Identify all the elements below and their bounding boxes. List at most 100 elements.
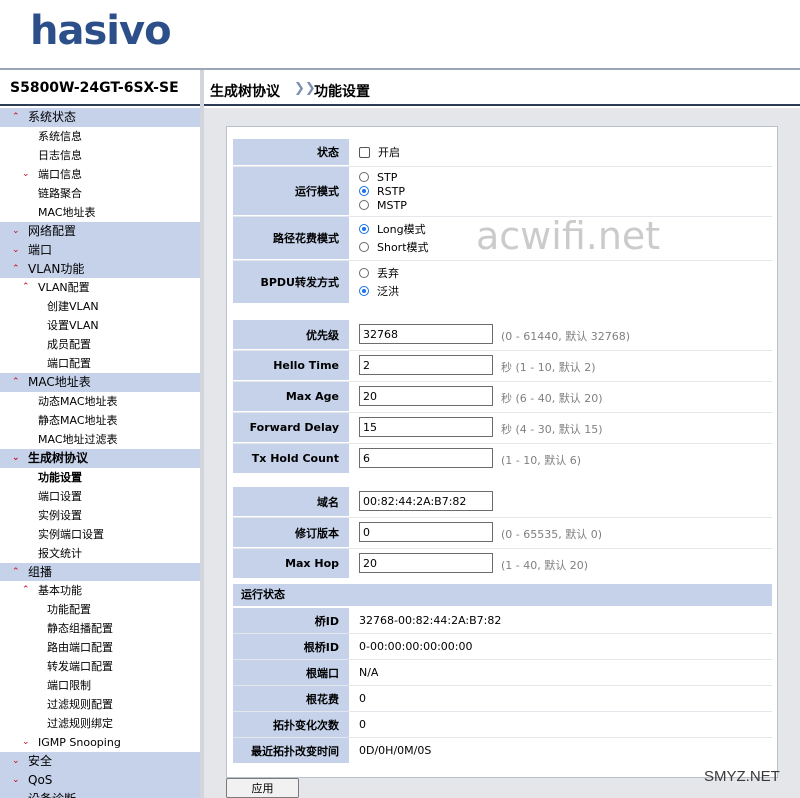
domain-input[interactable]	[359, 491, 493, 511]
sidebar-item[interactable]: ⌃ 基本功能	[0, 581, 200, 600]
sidebar-item[interactable]: ⌄ 生成树协议	[0, 448, 200, 468]
sidebar-item[interactable]: 报文统计	[0, 544, 200, 563]
sidebar-item[interactable]: 静态组播配置	[0, 619, 200, 638]
sidebar-item[interactable]: 链路聚合	[0, 184, 200, 203]
sidebar-item-label: IGMP Snooping	[38, 735, 121, 749]
sidebar-item[interactable]: MAC地址表	[0, 203, 200, 222]
sidebar-item[interactable]: 动态MAC地址表	[0, 392, 200, 411]
tx-hold-count-label: Tx Hold Count	[233, 444, 349, 473]
max-age-hint: 秒 (6 - 40, 默认 20)	[501, 392, 603, 405]
run-status-value: 0-00:00:00:00:00:00	[359, 640, 473, 653]
revision-row: 修订版本 (0 - 65535, 默认 0)	[233, 518, 772, 547]
run-status-row: 根端口 N/A	[233, 660, 772, 685]
sidebar-item[interactable]: 实例设置	[0, 506, 200, 525]
run-status-value: 0D/0H/0M/0S	[359, 744, 432, 757]
bpdu-option-flood[interactable]: 泛洪	[359, 282, 399, 300]
max-hop-hint: (1 - 40, 默认 20)	[501, 559, 589, 572]
run-status-value: N/A	[359, 666, 379, 679]
sidebar-item-label: MAC地址表	[28, 375, 91, 390]
revision-input[interactable]	[359, 522, 493, 542]
run-status-row: 根桥ID 0-00:00:00:00:00:00	[233, 634, 772, 659]
sidebar-item[interactable]: 成员配置	[0, 335, 200, 354]
max-hop-input[interactable]	[359, 553, 493, 573]
sidebar-item[interactable]: 端口配置	[0, 354, 200, 373]
sidebar-item[interactable]: 系统信息	[0, 127, 200, 146]
sidebar-item-label: 端口	[28, 242, 53, 257]
sidebar-item-label: 过滤规则绑定	[47, 717, 113, 730]
page-title: 功能设置	[314, 84, 370, 100]
sidebar-item[interactable]: 设置VLAN	[0, 316, 200, 335]
model-bar: S5800W-24GT-6SX-SE	[0, 70, 200, 106]
pathcost-option-short[interactable]: Short模式	[359, 238, 429, 256]
mode-option-mstp[interactable]: MSTP	[359, 198, 407, 212]
mode-label: 运行模式	[233, 167, 349, 215]
sidebar-item[interactable]: ⌄ IGMP Snooping	[0, 733, 200, 752]
run-status-label: 拓扑变化次数	[233, 712, 349, 737]
domain-label: 域名	[233, 487, 349, 516]
tx-hold-count-hint: (1 - 10, 默认 6)	[501, 454, 582, 467]
run-status-label: 根桥ID	[233, 634, 349, 659]
sidebar-item[interactable]: 过滤规则配置	[0, 695, 200, 714]
sidebar-item-label: 端口配置	[47, 357, 91, 371]
priority-input[interactable]	[359, 324, 493, 344]
sidebar-item-label: 链路聚合	[38, 186, 82, 200]
status-row: 状态 开启	[233, 139, 772, 165]
sidebar-item[interactable]: 路由端口配置	[0, 638, 200, 657]
bpdu-option-drop-label: 丢弃	[377, 267, 399, 280]
chevron-down-icon: ⌄	[12, 790, 20, 798]
device-model: S5800W-24GT-6SX-SE	[10, 80, 179, 96]
sidebar-item[interactable]: ⌄ 端口	[0, 240, 200, 260]
sidebar-item[interactable]: 功能设置	[0, 468, 200, 487]
sidebar-item[interactable]: 端口设置	[0, 487, 200, 506]
sidebar-item[interactable]: 端口限制	[0, 676, 200, 695]
radio-icon	[359, 268, 369, 278]
sidebar-item[interactable]: 创建VLAN	[0, 297, 200, 316]
sidebar-item[interactable]: ⌄ 网络配置	[0, 221, 200, 241]
hello-time-input[interactable]	[359, 355, 493, 375]
sidebar-item[interactable]: 过滤规则绑定	[0, 714, 200, 733]
sidebar-item-label: QoS	[28, 772, 53, 787]
header: hasivo	[0, 0, 800, 68]
chevron-down-icon: ⌄	[12, 755, 20, 766]
sidebar-item-label: 功能设置	[38, 470, 82, 484]
sidebar-item[interactable]: ⌃ VLAN功能	[0, 259, 200, 279]
chevron-down-icon: ⌄	[22, 168, 30, 179]
max-age-input[interactable]	[359, 386, 493, 406]
sidebar-item[interactable]: ⌃ MAC地址表	[0, 373, 200, 393]
sidebar-item[interactable]: 功能配置	[0, 600, 200, 619]
sidebar-item-label: 静态MAC地址表	[38, 414, 118, 427]
sidebar-item-label: 端口限制	[47, 679, 91, 693]
sidebar-item[interactable]: MAC地址过滤表	[0, 430, 200, 449]
sidebar-item-label: 静态组播配置	[47, 622, 113, 636]
mode-option-stp[interactable]: STP	[359, 170, 407, 184]
sidebar-item[interactable]: 静态MAC地址表	[0, 411, 200, 430]
sidebar-item-label: 成员配置	[47, 338, 91, 352]
sidebar-item-label: 动态MAC地址表	[38, 395, 118, 409]
apply-button[interactable]: 应用	[226, 778, 299, 798]
run-status-header: 运行状态	[233, 584, 772, 606]
hello-time-label: Hello Time	[233, 351, 349, 380]
sidebar-item[interactable]: ⌄ 设备诊断	[0, 789, 200, 798]
watermark-corner: SMYZ.NET	[704, 768, 780, 785]
sidebar-item[interactable]: 日志信息	[0, 146, 200, 165]
sidebar-item[interactable]: ⌃ 系统状态	[0, 108, 200, 127]
bpdu-option-drop[interactable]: 丢弃	[359, 264, 399, 282]
forward-delay-input[interactable]	[359, 417, 493, 437]
pathcost-option-long[interactable]: Long模式	[359, 220, 429, 238]
radio-icon	[359, 172, 369, 182]
sidebar-item[interactable]: ⌄ 端口信息	[0, 165, 200, 184]
sidebar-item-label: MAC地址表	[38, 205, 96, 219]
mode-option-rstp-label: RSTP	[377, 184, 405, 198]
sidebar-item[interactable]: 转发端口配置	[0, 657, 200, 676]
sidebar-item[interactable]: ⌄ QoS	[0, 770, 200, 790]
priority-row: 优先级 (0 - 61440, 默认 32768)	[233, 320, 772, 349]
sidebar-item[interactable]: 实例端口设置	[0, 525, 200, 544]
max-hop-label: Max Hop	[233, 549, 349, 578]
sidebar-item[interactable]: ⌃ VLAN配置	[0, 278, 200, 297]
status-enable-checkbox[interactable]: 开启	[359, 139, 400, 165]
mode-option-rstp[interactable]: RSTP	[359, 184, 407, 198]
sidebar-item[interactable]: ⌄ 安全	[0, 751, 200, 771]
sidebar-item-label: 实例端口设置	[38, 527, 104, 541]
sidebar-item[interactable]: ⌃ 组播	[0, 562, 200, 582]
tx-hold-count-input[interactable]	[359, 448, 493, 468]
